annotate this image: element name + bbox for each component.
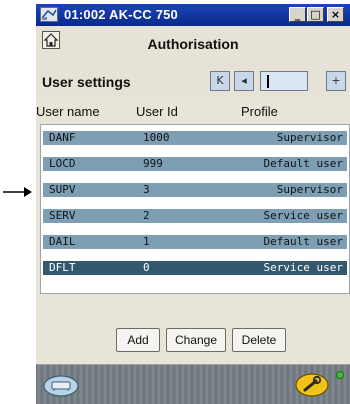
column-headers: User name User Id Profile [36,104,350,122]
cell-userid: 3 [143,183,150,196]
page-title: Authorisation [147,36,239,52]
change-button[interactable]: Change [166,328,226,352]
cell-profile: Supervisor [276,183,343,196]
table-row[interactable]: DAIL 1 Default user [43,235,347,249]
app-icon [40,7,58,22]
cell-userid: 1000 [143,131,170,144]
page-input[interactable] [260,71,308,91]
window-title: 01:002 AK-CC 750 [64,7,178,22]
section-title: User settings [42,74,131,90]
wrench-icon[interactable] [294,373,330,397]
maximize-button[interactable]: □ [307,7,324,22]
button-bar: Add Change Delete [36,322,350,362]
table-row[interactable]: SERV 2 Service user [43,209,347,223]
user-list[interactable]: DANF 1000 Supervisor LOCD 999 Default us… [40,124,350,294]
minimize-label: _ [294,8,301,21]
app-window: 01:002 AK-CC 750 _ □ × Authorisation Use… [36,4,350,404]
col-profile: Profile [241,104,278,119]
cell-profile: Service user [263,209,343,222]
arrow-right-icon [3,187,32,197]
cell-userid: 999 [143,157,163,170]
header-area: Authorisation User settings K ◂ + [36,26,350,98]
status-bar [36,364,350,404]
cell-profile: Supervisor [276,131,343,144]
maximize-label: □ [310,8,321,21]
first-page-button[interactable]: K [210,71,230,91]
delete-button[interactable]: Delete [232,328,286,352]
cell-userid: 1 [143,235,150,248]
next-page-button[interactable]: + [326,71,346,91]
cell-profile: Default user [263,157,343,170]
cell-username: DFLT [49,261,76,274]
title-bar[interactable]: 01:002 AK-CC 750 _ □ × [36,4,350,26]
table-row[interactable]: DANF 1000 Supervisor [43,131,347,145]
cell-username: DANF [49,131,76,144]
minimize-button[interactable]: _ [289,7,306,22]
cell-userid: 2 [143,209,150,222]
cell-username: SERV [49,209,76,222]
close-button[interactable]: × [327,7,344,22]
cell-profile: Default user [263,235,343,248]
cell-username: LOCD [49,157,76,170]
col-username: User name [36,104,100,119]
cell-userid: 0 [143,261,150,274]
cell-username: SUPV [49,183,76,196]
add-button[interactable]: Add [116,328,160,352]
table-row[interactable]: SUPV 3 Supervisor [43,183,347,197]
prev-label: ◂ [241,74,247,87]
first-label: K [216,74,224,87]
col-userid: User Id [136,104,178,119]
cell-profile: Service user [263,261,343,274]
close-label: × [330,8,341,21]
next-label: + [331,74,341,87]
status-led [336,371,344,379]
table-row-selected[interactable]: DFLT 0 Service user [43,261,347,275]
cell-username: DAIL [49,235,76,248]
text-cursor [267,75,269,88]
prev-page-button[interactable]: ◂ [234,71,254,91]
device-icon[interactable] [42,375,80,397]
table-row[interactable]: LOCD 999 Default user [43,157,347,171]
